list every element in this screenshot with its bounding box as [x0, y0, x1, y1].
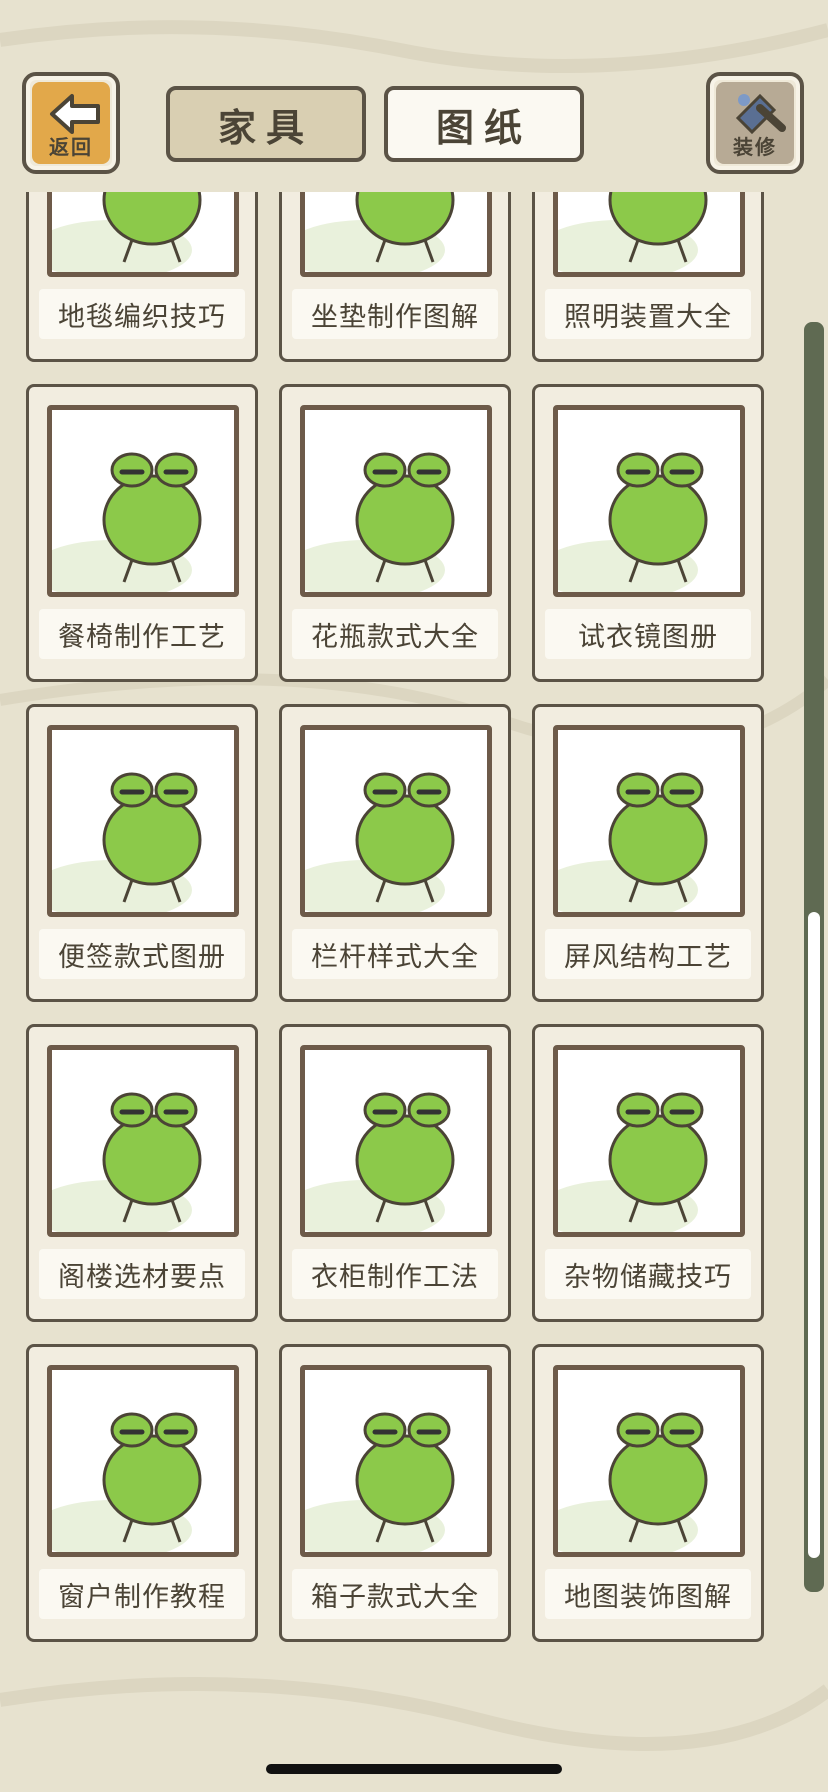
decorate-label: 装修	[733, 135, 777, 159]
screen: { "header": { "back_label": "返回", "decor…	[0, 0, 828, 1792]
tab-blueprints[interactable]: 图纸	[384, 86, 584, 162]
blueprint-card[interactable]: 箱子款式大全	[279, 1344, 511, 1642]
blueprint-card-label: 箱子款式大全	[292, 1569, 498, 1619]
back-label: 返回	[49, 135, 93, 159]
blueprint-card[interactable]: 便签款式图册	[26, 704, 258, 1002]
wardrobe-frog-icon	[300, 1045, 492, 1237]
back-button[interactable]: 返回	[22, 72, 120, 174]
cushion-frog-icon	[300, 192, 492, 277]
box-frog-icon	[300, 1365, 492, 1557]
note-frog-icon	[47, 725, 239, 917]
blueprint-card-label: 餐椅制作工艺	[39, 609, 245, 659]
window-frog-icon	[47, 1365, 239, 1557]
blueprint-card-label: 窗户制作教程	[39, 1569, 245, 1619]
blueprint-card-label: 衣柜制作工法	[292, 1249, 498, 1299]
blueprint-card[interactable]: 餐椅制作工艺	[26, 384, 258, 682]
tab-furniture[interactable]: 家具	[166, 86, 366, 162]
blueprint-card[interactable]: 窗户制作教程	[26, 1344, 258, 1642]
blueprint-card[interactable]: 试衣镜图册	[532, 384, 764, 682]
blueprint-card-label: 地图装饰图解	[545, 1569, 751, 1619]
blueprint-card[interactable]: 衣柜制作工法	[279, 1024, 511, 1322]
vase-frog-icon	[300, 405, 492, 597]
loft-frog-icon	[47, 1045, 239, 1237]
screen-frog-icon	[553, 725, 745, 917]
blueprint-card-label: 杂物储藏技巧	[545, 1249, 751, 1299]
chair-frog-icon	[47, 405, 239, 597]
blueprint-card[interactable]: 地毯编织技巧	[26, 192, 258, 362]
blueprint-card-label: 屏风结构工艺	[545, 929, 751, 979]
blueprint-card[interactable]: 阁楼选材要点	[26, 1024, 258, 1322]
blueprint-card[interactable]: 花瓶款式大全	[279, 384, 511, 682]
blueprint-card[interactable]: 屏风结构工艺	[532, 704, 764, 1002]
blueprint-card-label: 便签款式图册	[39, 929, 245, 979]
blueprint-card-label: 花瓶款式大全	[292, 609, 498, 659]
tab-furniture-label: 家具	[217, 105, 314, 150]
blueprint-grid: 地毯编织技巧 坐垫制作图解 照明装置大全 餐椅制作工艺 花瓶款式大全 试衣镜图册…	[0, 192, 790, 1682]
arrow-left-icon	[50, 94, 100, 134]
tab-blueprints-label: 图纸	[435, 105, 532, 150]
blueprint-card-label: 坐垫制作图解	[292, 289, 498, 339]
blueprint-card-label: 阁楼选材要点	[39, 1249, 245, 1299]
rug-frog-icon	[47, 192, 239, 277]
blueprint-card-label: 照明装置大全	[545, 289, 751, 339]
scrollbar[interactable]	[804, 322, 824, 1592]
railing-frog-icon	[300, 725, 492, 917]
blueprint-card[interactable]: 照明装置大全	[532, 192, 764, 362]
map-frog-icon	[553, 1365, 745, 1557]
blueprint-card-label: 地毯编织技巧	[39, 289, 245, 339]
home-indicator[interactable]	[266, 1764, 562, 1774]
storage-frog-icon	[553, 1045, 745, 1237]
blueprint-card[interactable]: 地图装饰图解	[532, 1344, 764, 1642]
blueprint-card[interactable]: 坐垫制作图解	[279, 192, 511, 362]
lamp-frog-icon	[553, 192, 745, 277]
blueprint-card-label: 栏杆样式大全	[292, 929, 498, 979]
blueprint-card-label: 试衣镜图册	[545, 609, 751, 659]
scrollbar-thumb[interactable]	[808, 912, 820, 1558]
blueprint-card[interactable]: 杂物储藏技巧	[532, 1024, 764, 1322]
blueprint-card[interactable]: 栏杆样式大全	[279, 704, 511, 1002]
mirror-frog-icon	[553, 405, 745, 597]
decorate-button[interactable]: 装修	[706, 72, 804, 174]
